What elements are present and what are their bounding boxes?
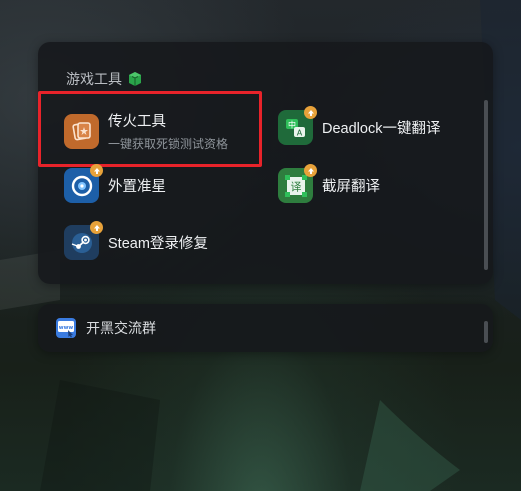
svg-text:译: 译: [290, 180, 301, 193]
group-chat-link[interactable]: www 开黑交流群: [56, 318, 156, 338]
cube-icon: [129, 72, 141, 86]
tool-name: 外置准星: [108, 179, 166, 195]
scrollbar-thumb[interactable]: [484, 321, 488, 343]
tool-name: 截屏翻译: [322, 179, 380, 195]
crosshair-icon: [64, 164, 103, 203]
tool-screenshot-translate[interactable]: 译 截屏翻译: [278, 164, 380, 203]
svg-text:A: A: [296, 128, 302, 137]
highlight-box: [38, 91, 262, 167]
tool-deadlock-translate[interactable]: 中 A Deadlock一键翻译: [278, 106, 441, 145]
translate-zh-a-icon: 中 A: [278, 106, 317, 145]
svg-text:www: www: [59, 325, 74, 331]
steam-icon: [64, 221, 103, 260]
screenshot-translate-icon: 译: [278, 164, 317, 203]
game-tools-panel: 游戏工具 传火工具 一键获取死锁测试资格 中 A Deadlock一键翻译 外置…: [38, 42, 493, 284]
section-title-label: 游戏工具: [66, 71, 122, 87]
group-panel: www 开黑交流群: [38, 304, 493, 352]
upload-badge-icon: [304, 164, 317, 177]
tool-steam-login-fix[interactable]: Steam登录修复: [64, 221, 208, 260]
upload-badge-icon: [90, 164, 103, 177]
scrollbar-thumb[interactable]: [484, 100, 488, 270]
upload-badge-icon: [90, 221, 103, 234]
section-title: 游戏工具: [66, 69, 143, 89]
tool-name: Steam登录修复: [108, 236, 208, 252]
group-chat-label: 开黑交流群: [86, 320, 156, 336]
tool-crosshair[interactable]: 外置准星: [64, 164, 166, 203]
www-icon: www: [56, 318, 76, 338]
tool-name: Deadlock一键翻译: [322, 121, 441, 137]
upload-badge-icon: [304, 106, 317, 119]
